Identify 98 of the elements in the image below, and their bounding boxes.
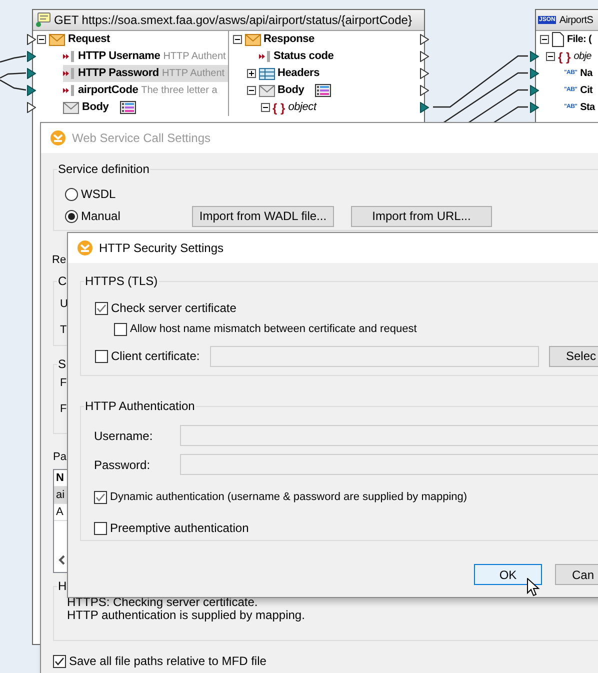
node-label: Response (264, 32, 314, 48)
node-label: HTTP Password (78, 66, 159, 82)
dialog-title: Web Service Call Settings (72, 130, 211, 147)
node-label: Cit (580, 84, 593, 98)
connector-port[interactable] (27, 102, 36, 113)
component-title: AirportS (559, 14, 594, 28)
collapse-icon[interactable] (546, 52, 555, 61)
connector-port[interactable] (530, 51, 539, 62)
envelope-icon (258, 84, 274, 96)
envelope-icon (63, 102, 79, 114)
node-label: Sta (580, 101, 595, 115)
group-label: HTTPS (TLS) (84, 273, 159, 289)
info-text: HTTPS: Checking server certificate. (67, 596, 258, 609)
checkbox-label: Allow host name mismatch between certificate and request (130, 322, 417, 337)
expand-icon[interactable] (246, 69, 256, 78)
object-symbol: { } (272, 100, 286, 116)
node-label: Na (580, 67, 592, 81)
connector-port[interactable] (27, 34, 36, 45)
node-label: object (288, 100, 316, 116)
connector-port[interactable] (27, 51, 36, 62)
node-label: HTTP Username (78, 49, 160, 64)
collapse-icon[interactable] (246, 86, 256, 95)
envelope-icon (244, 34, 260, 46)
parameter-icon (258, 51, 270, 62)
dialog-button[interactable]: Import from URL... (351, 206, 492, 226)
connector-port[interactable] (27, 68, 36, 79)
checkbox-label: Client certificate: (111, 348, 201, 365)
checkbox[interactable] (94, 522, 107, 534)
component-title: GET https://soa.smext.faa.gov/asws/api/airport/status/{airportCode} (54, 12, 412, 29)
checkbox[interactable] (53, 654, 66, 668)
section-label: Re (52, 253, 66, 268)
node-label: Status code (274, 49, 334, 64)
connector-port[interactable] (420, 102, 429, 113)
field-label: U (60, 296, 68, 312)
checkbox-label: Preemptive authentication (110, 520, 249, 537)
checkbox[interactable] (95, 350, 108, 362)
dialog-button[interactable]: Selec (549, 346, 598, 366)
checkbox[interactable] (114, 322, 127, 336)
node-label: obje (574, 50, 592, 64)
node-label: Body (278, 83, 304, 98)
parameter-icon (63, 85, 75, 96)
collapse-icon[interactable] (37, 35, 46, 44)
field-label: Username: (94, 428, 154, 444)
checkbox-label: Save all file paths relative to MFD file (69, 653, 266, 670)
connector-port[interactable] (420, 34, 429, 45)
certificate-field[interactable] (210, 346, 539, 366)
connector-port[interactable] (530, 85, 539, 96)
radio-label: Manual (81, 208, 122, 225)
info-text: HTTP authentication is supplied by mapping. (67, 609, 305, 622)
parameter-icon (63, 51, 75, 62)
node-label: airportCode (78, 83, 138, 98)
field-label: Password: (94, 456, 152, 474)
node-label: Headers (278, 66, 320, 82)
field-label: F (60, 376, 67, 390)
collapse-icon[interactable] (260, 103, 270, 112)
node-description: HTTP Authent (162, 67, 225, 81)
checkbox-label: Check server certificate (111, 300, 236, 317)
mouse-cursor-icon (527, 578, 540, 597)
object-symbol: { } (558, 48, 571, 66)
radio-button[interactable] (65, 210, 78, 222)
checkbox[interactable] (95, 302, 108, 314)
app-logo-icon (77, 240, 93, 256)
dialog-button[interactable]: Can (555, 564, 598, 585)
node-description: The three letter a (141, 84, 218, 98)
node-label: Body (82, 100, 109, 116)
connector-port[interactable] (420, 51, 429, 62)
envelope-icon (49, 34, 65, 46)
checkbox[interactable] (94, 490, 107, 504)
collapse-icon[interactable] (232, 35, 242, 44)
table-icon (258, 68, 274, 80)
parameter-icon (63, 68, 75, 79)
file-icon (552, 32, 564, 47)
node-description: HTTP Authent (163, 50, 226, 64)
checkbox-label: Dynamic authentication (username & password are supplied by mapping) (110, 490, 468, 505)
section-label: Pa (53, 450, 66, 464)
field-label: F (60, 402, 67, 417)
input-field[interactable] (180, 454, 598, 475)
selected-row[interactable]: HTTP Password HTTP Authent (63, 65, 228, 82)
editor-icon[interactable] (315, 84, 332, 97)
dialog-button[interactable]: OK (474, 564, 542, 585)
field-label: T (60, 323, 67, 338)
connector-port[interactable] (27, 85, 36, 96)
input-field[interactable] (180, 425, 598, 446)
editor-icon[interactable] (120, 101, 136, 114)
connector-port[interactable] (420, 68, 429, 79)
web-service-icon (35, 12, 51, 28)
app-logo-icon (50, 130, 66, 146)
dialog-title: HTTP Security Settings (99, 240, 224, 257)
collapse-icon[interactable] (540, 35, 549, 44)
radio-button[interactable] (65, 188, 78, 200)
node-label: File: ( (567, 33, 592, 47)
dialog-button[interactable]: Import from WADL file... (192, 206, 334, 226)
connector-port[interactable] (530, 102, 539, 113)
connector-port[interactable] (530, 68, 539, 79)
radio-label: WSDL (81, 186, 117, 203)
connector-port[interactable] (420, 85, 429, 96)
node-label: Request (68, 32, 110, 48)
connection-lines-drawing (0, 55, 27, 92)
